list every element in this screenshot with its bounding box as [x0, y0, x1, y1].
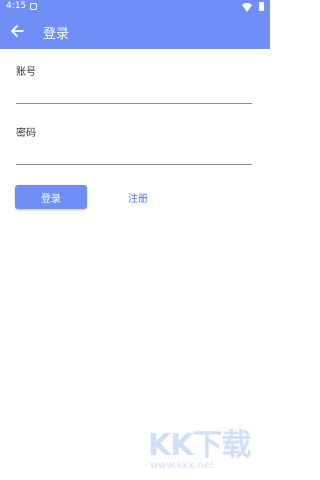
arrow-left-icon[interactable]	[8, 22, 26, 40]
watermark-brand: KK下载	[148, 428, 251, 463]
account-label: 账号	[16, 67, 36, 78]
watermark-logo: KK下载 www.kkx.net	[148, 420, 258, 480]
password-input[interactable]	[16, 142, 252, 165]
account-input[interactable]	[16, 81, 252, 104]
status-bar: 4:15	[0, 0, 270, 14]
password-label: 密码	[16, 128, 36, 139]
status-time: 4:15	[6, 1, 27, 11]
battery-icon	[259, 2, 264, 11]
register-link[interactable]: 注册	[128, 190, 148, 205]
app-bar: 登录	[0, 14, 270, 49]
login-button[interactable]: 登录	[15, 185, 87, 209]
watermark-url: www.kkx.net	[150, 460, 214, 471]
page-title: 登录	[43, 27, 70, 42]
wifi-icon	[242, 3, 252, 12]
notification-icon	[30, 3, 37, 10]
